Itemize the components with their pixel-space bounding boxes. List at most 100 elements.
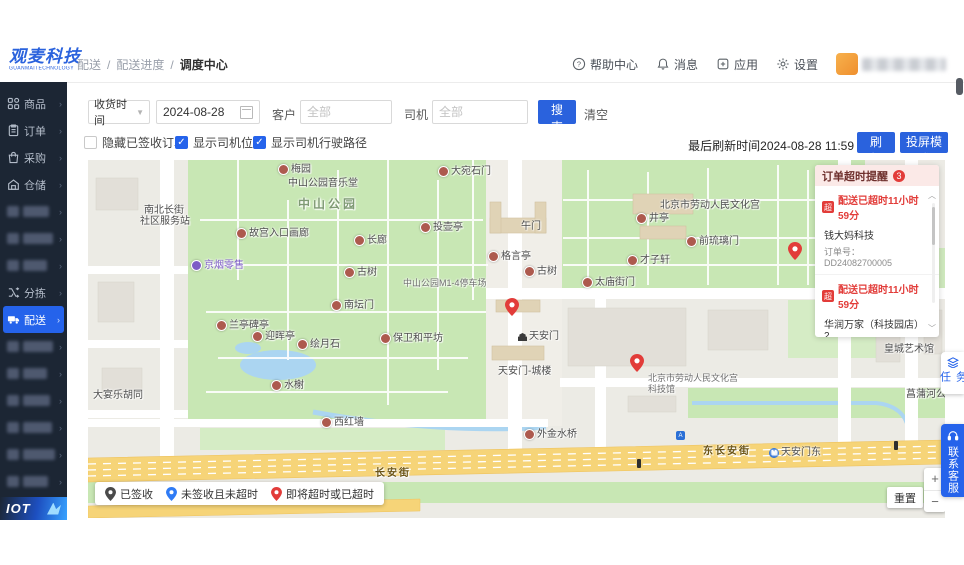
blurred-icon [7, 368, 19, 379]
poi-dot-icon [488, 251, 499, 262]
blurred-label [23, 206, 49, 217]
customer-service-label: 联系客服 [946, 446, 959, 494]
chevron-right-icon: › [59, 449, 62, 460]
map-place-label: 天安门-城楼 [498, 366, 552, 377]
messages-button[interactable]: 消息 [656, 56, 698, 73]
overdue-order-pin[interactable] [505, 298, 519, 316]
driver-input[interactable] [432, 100, 528, 124]
legend-overdue-label: 即将超时或已超时 [286, 488, 374, 501]
map-metro-station-label: M 天安门东 [769, 448, 821, 458]
breadcrumb-separator: / [170, 57, 174, 72]
iot-banner[interactable]: IOT [0, 497, 67, 520]
layers-icon [946, 357, 959, 369]
sidebar-item-redacted[interactable]: › [0, 468, 67, 495]
sidebar-item-sorting[interactable]: 分拣 › [0, 279, 67, 306]
date-picker[interactable]: 2024-08-28 [156, 100, 260, 124]
sidebar-item-orders[interactable]: 订单 › [0, 117, 67, 144]
customer-input[interactable] [300, 100, 392, 124]
overdue-orders-panel: 订单超时提醒 3 超配送已超时11小时59分 钱大妈科技 订单号：DD24082… [815, 165, 939, 337]
app-window: 观麦科技 GUANMAITECHNOLOGY 配送 / 配送进度 / 调度中心 … [0, 0, 964, 565]
iot-label: IOT [6, 501, 31, 516]
sidebar-label: 商品 [24, 98, 46, 111]
breadcrumb-delivery[interactable]: 配送 [77, 56, 101, 73]
sidebar-item-redacted[interactable]: › [0, 441, 67, 468]
apps-button[interactable]: 应用 [716, 56, 758, 73]
sidebar-item-redacted[interactable]: › [0, 387, 67, 414]
map-poi-label: 南坛门 [331, 300, 374, 311]
sidebar-item-redacted[interactable]: › [0, 198, 67, 225]
map-canvas[interactable]: 梅园 中山公园音乐堂 中山公园 南北长街 社区服务站 故宫入口画廊 京烟零售 投… [88, 160, 945, 518]
sidebar-item-redacted[interactable]: › [0, 252, 67, 279]
map-poi-label: 长廊 [354, 235, 387, 246]
poi-dot-icon [686, 236, 697, 247]
overdue-order-item[interactable]: 超配送已超时11小时59分 钱大妈科技 订单号：DD24082700005 [815, 186, 939, 275]
map-poi-label: 古树 [524, 266, 557, 277]
poi-dot-icon [297, 339, 308, 350]
map-poi-label: 故宫入口画廊 [236, 228, 309, 239]
map-place-label: 科技馆 [648, 384, 676, 394]
customer-name: 钱大妈科技 [824, 231, 874, 242]
sidebar-item-redacted[interactable]: › [0, 414, 67, 441]
map-poi-label: 前琉璃门 [686, 236, 739, 247]
sidebar-item-redacted[interactable]: › [0, 225, 67, 252]
show-driver-route-checkbox[interactable]: ✓ 显示司机行驶路径 [253, 134, 367, 151]
search-button[interactable]: 搜 索 [538, 100, 576, 134]
breadcrumb-progress[interactable]: 配送进度 [116, 56, 164, 73]
panel-scrollbar-thumb[interactable] [932, 207, 935, 245]
chevron-right-icon: › [59, 341, 62, 352]
sidebar-item-purchase[interactable]: 采购 › [0, 144, 67, 171]
help-center-button[interactable]: ? 帮助中心 [572, 56, 638, 73]
top-header: 观麦科技 GUANMAITECHNOLOGY 配送 / 配送进度 / 调度中心 … [0, 45, 964, 83]
map-poi-label: 才子轩 [627, 255, 670, 266]
poi-dot-icon [236, 228, 247, 239]
time-type-select[interactable]: 收货时间 ▼ [88, 99, 150, 127]
sidebar-item-redacted[interactable]: › [0, 360, 67, 387]
chevron-right-icon: › [59, 233, 62, 244]
map-road-label: 东长安街 [703, 446, 751, 457]
hide-signed-checkbox[interactable]: 隐藏已签收订单 [84, 134, 186, 151]
scroll-up-icon[interactable]: ︿ [928, 190, 936, 201]
truck-icon [7, 316, 20, 324]
scroll-down-icon[interactable]: ﹀ [928, 323, 936, 334]
chevron-right-icon: › [59, 206, 62, 217]
overdue-order-pin[interactable] [788, 242, 802, 260]
map-place-label: 北京市劳动人民文化宫 [660, 200, 760, 211]
chevron-right-icon: › [59, 287, 62, 298]
sidebar-item-goods[interactable]: 商品 › [0, 90, 67, 117]
checkbox-checked-icon: ✓ [253, 136, 266, 149]
browser-scrollbar-thumb[interactable] [956, 78, 963, 95]
map-reset-button[interactable]: 重置 [887, 487, 923, 508]
poi-dot-icon [380, 333, 391, 344]
overdue-order-item[interactable]: 超配送已超时11小时59分 华润万家（科技园店）2 订单号：DD24082700… [815, 275, 939, 337]
overdue-panel-header: 订单超时提醒 3 [815, 165, 939, 186]
header-actions: ? 帮助中心 消息 应用 设置 [572, 52, 946, 76]
user-account[interactable] [836, 53, 946, 75]
refresh-button[interactable]: 刷 新 [857, 132, 895, 166]
overdue-order-pin[interactable] [630, 354, 644, 372]
customer-service-tab[interactable]: 联系客服 [941, 424, 964, 497]
overdue-panel-title: 订单超时提醒 [822, 170, 888, 183]
sidebar-label: 订单 [24, 125, 46, 138]
sidebar-item-warehouse[interactable]: 仓储 › [0, 171, 67, 198]
map-poi-label: 西红墙 [321, 417, 364, 428]
map-place-label: 皇城艺术馆 [884, 344, 934, 355]
date-value: 2024-08-28 [163, 105, 225, 119]
poi-dot-icon [331, 300, 342, 311]
svg-text:?: ? [577, 60, 581, 69]
show-driver-pos-checkbox[interactable]: ✓ 显示司机位置 [175, 134, 265, 151]
poi-dot-icon [420, 222, 431, 233]
sidebar-item-delivery-active[interactable]: 配送 › [3, 306, 64, 333]
clear-button[interactable]: 清空 [584, 106, 608, 123]
gear-icon [777, 58, 789, 70]
show-driver-route-label: 显示司机行驶路径 [271, 136, 368, 150]
clipboard-icon [8, 124, 19, 137]
task-side-tab[interactable]: 任务 [939, 352, 964, 394]
sidebar-item-redacted[interactable]: › [0, 333, 67, 360]
map-poi-label: 投壶亭 [420, 222, 463, 233]
panel-scrollbar[interactable] [932, 203, 935, 303]
settings-button[interactable]: 设置 [776, 56, 818, 73]
blurred-icon [7, 395, 19, 406]
map-shop-label: 京烟零售 [191, 260, 244, 271]
map-legend: 已签收 未签收且未超时 即将超时或已超时 [95, 482, 384, 505]
cast-mode-button[interactable]: 投屏模式 [900, 132, 948, 166]
